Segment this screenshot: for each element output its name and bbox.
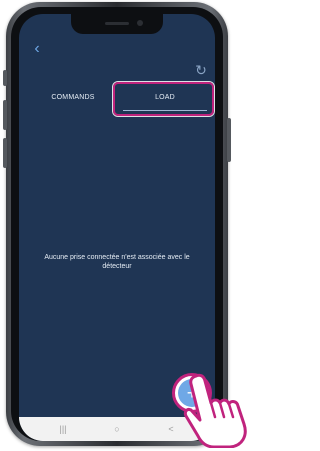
pointing-hand-icon [183, 373, 247, 448]
tab-load-highlight [113, 82, 214, 116]
phone-volume-up [3, 100, 7, 130]
phone-volume-down [3, 138, 7, 168]
speaker-grille [105, 22, 129, 25]
phone-notch [71, 14, 163, 34]
phone-power-button [227, 118, 231, 162]
tab-commands[interactable]: COMMANDS [31, 88, 115, 108]
phone-mute-switch [3, 70, 7, 86]
chevron-left-icon[interactable]: ‹ [29, 41, 45, 57]
recent-apps-icon[interactable]: ||| [53, 423, 73, 435]
front-camera [137, 20, 143, 26]
refresh-icon[interactable]: ↻ [193, 62, 209, 78]
home-icon[interactable]: ○ [107, 423, 127, 435]
empty-state-message: Aucune prise connectée n'est associée av… [44, 254, 190, 270]
